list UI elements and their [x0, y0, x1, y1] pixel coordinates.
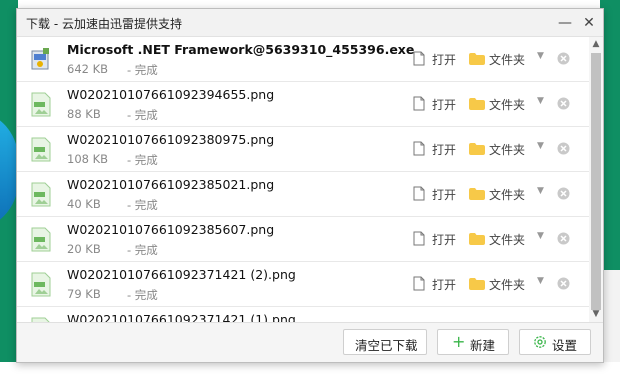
clear-downloaded-label: 清空已下载 — [355, 338, 418, 353]
download-row[interactable]: W020210107661092371421 (2).png 79 KB - 完… — [17, 262, 589, 307]
open-file-button[interactable]: 打开 — [432, 141, 456, 158]
folder-icon[interactable] — [469, 53, 485, 65]
folder-icon[interactable] — [469, 143, 485, 155]
chevron-down-icon[interactable]: ▼ — [537, 51, 544, 61]
plus-icon: + — [452, 332, 466, 351]
file-size: 20 KB — [67, 242, 101, 256]
file-status: - 完成 — [127, 108, 158, 122]
download-dialog: 下载 - 云加速由迅雷提供支持 — ✕ Microsoft .NET Frame… — [16, 8, 604, 363]
open-file-button[interactable]: 打开 — [432, 231, 456, 248]
clear-downloaded-button[interactable]: 清空已下载 — [343, 329, 427, 355]
file-status: - 完成 — [127, 288, 158, 302]
download-list: Microsoft .NET Framework@5639310_455396.… — [17, 37, 589, 322]
window-title: 下载 - 云加速由迅雷提供支持 — [26, 17, 182, 31]
open-file-icon[interactable] — [413, 141, 425, 156]
open-file-icon[interactable] — [413, 276, 425, 291]
file-name: Microsoft .NET Framework@5639310_455396.… — [67, 42, 415, 57]
file-name: W020210107661092385021.png — [67, 177, 275, 192]
open-file-icon[interactable] — [413, 96, 425, 111]
chevron-down-icon[interactable]: ▼ — [537, 231, 544, 241]
download-row[interactable]: Microsoft .NET Framework@5639310_455396.… — [17, 37, 589, 82]
download-row[interactable]: W020210107661092380975.png 108 KB - 完成 打… — [17, 127, 589, 172]
scroll-up-icon[interactable]: ▲ — [591, 39, 601, 49]
gear-icon — [534, 336, 546, 348]
png-file-icon — [31, 272, 51, 297]
download-row[interactable]: W020210107661092385021.png 40 KB - 完成 打开… — [17, 172, 589, 217]
file-name: W020210107661092380975.png — [67, 132, 275, 147]
remove-download-icon[interactable] — [557, 187, 570, 200]
folder-icon[interactable] — [469, 98, 485, 110]
folder-icon[interactable] — [469, 233, 485, 245]
chevron-down-icon[interactable]: ▼ — [537, 186, 544, 196]
chevron-down-icon[interactable]: ▼ — [537, 141, 544, 151]
open-file-icon[interactable] — [413, 231, 425, 246]
settings-label: 设置 — [552, 338, 578, 353]
file-status: - 完成 — [127, 243, 158, 257]
png-file-icon — [31, 182, 51, 207]
png-file-icon — [31, 92, 51, 117]
close-button[interactable]: ✕ — [579, 13, 599, 33]
open-folder-button[interactable]: 文件夹 — [489, 231, 525, 248]
minimize-button[interactable]: — — [555, 13, 575, 33]
file-size: 40 KB — [67, 197, 101, 211]
png-file-icon — [31, 137, 51, 162]
chevron-down-icon[interactable]: ▼ — [537, 276, 544, 286]
title-bar[interactable]: 下载 - 云加速由迅雷提供支持 — ✕ — [17, 9, 603, 37]
file-name: W020210107661092385607.png — [67, 222, 275, 237]
settings-button[interactable]: 设置 — [519, 329, 591, 355]
download-row[interactable]: W020210107661092385607.png 20 KB - 完成 打开… — [17, 217, 589, 262]
png-file-icon — [31, 227, 51, 252]
file-status: - 完成 — [127, 153, 158, 167]
remove-download-icon[interactable] — [557, 52, 570, 65]
installer-icon — [31, 48, 49, 70]
download-row[interactable]: W020210107661092394655.png 88 KB - 完成 打开… — [17, 82, 589, 127]
scroll-down-icon[interactable]: ▼ — [591, 309, 601, 319]
open-folder-button[interactable]: 文件夹 — [489, 141, 525, 158]
remove-download-icon[interactable] — [557, 277, 570, 290]
file-name: W020210107661092371421 (2).png — [67, 267, 296, 282]
open-file-button[interactable]: 打开 — [432, 51, 456, 68]
file-name: W020210107661092394655.png — [67, 87, 275, 102]
file-size: 108 KB — [67, 152, 109, 166]
open-file-button[interactable]: 打开 — [432, 276, 456, 293]
new-download-button[interactable]: + 新建 — [437, 329, 509, 355]
open-folder-button[interactable]: 文件夹 — [489, 186, 525, 203]
new-download-label: 新建 — [470, 338, 496, 353]
open-folder-button[interactable]: 文件夹 — [489, 96, 525, 113]
file-size: 642 KB — [67, 62, 109, 76]
file-status: - 完成 — [127, 63, 158, 77]
scrollbar-thumb[interactable] — [591, 53, 601, 310]
open-file-button[interactable]: 打开 — [432, 186, 456, 203]
chevron-down-icon[interactable]: ▼ — [537, 96, 544, 106]
download-row[interactable]: W020210107661092371421 (1).png — [17, 307, 589, 322]
remove-download-icon[interactable] — [557, 97, 570, 110]
open-file-icon[interactable] — [413, 186, 425, 201]
remove-download-icon[interactable] — [557, 232, 570, 245]
dialog-footer: 清空已下载 + 新建 设置 — [17, 322, 603, 362]
list-scrollbar[interactable]: ▲ ▼ — [589, 37, 603, 322]
open-file-icon[interactable] — [413, 51, 425, 66]
folder-icon[interactable] — [469, 278, 485, 290]
file-name: W020210107661092371421 (1).png — [67, 312, 296, 322]
open-folder-button[interactable]: 文件夹 — [489, 51, 525, 68]
file-status: - 完成 — [127, 198, 158, 212]
folder-icon[interactable] — [469, 188, 485, 200]
open-file-button[interactable]: 打开 — [432, 96, 456, 113]
file-size: 79 KB — [67, 287, 101, 301]
open-folder-button[interactable]: 文件夹 — [489, 276, 525, 293]
remove-download-icon[interactable] — [557, 142, 570, 155]
file-size: 88 KB — [67, 107, 101, 121]
background-bottom — [0, 362, 620, 385]
